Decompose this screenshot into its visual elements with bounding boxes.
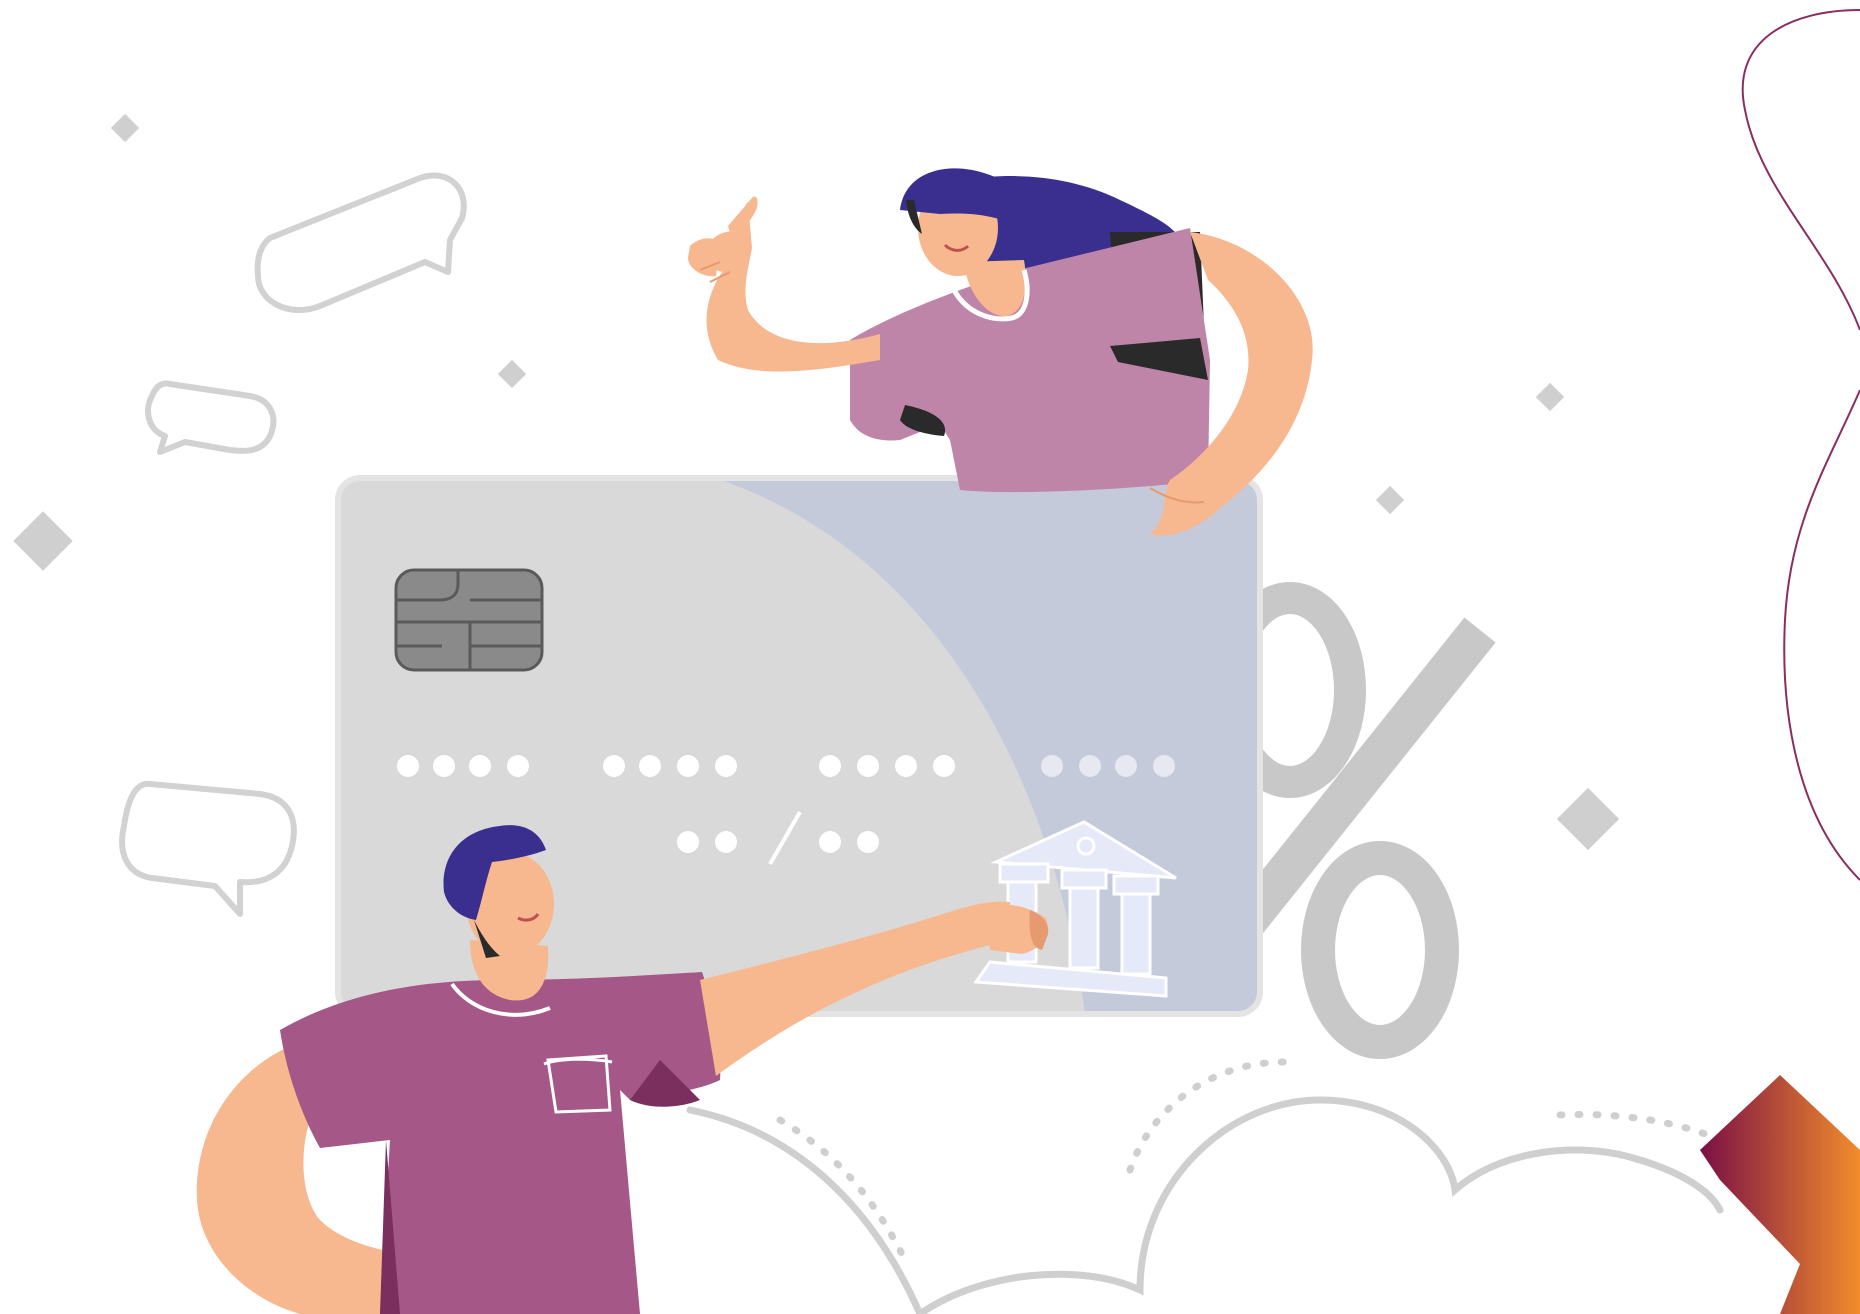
credit-card-chip-icon: [394, 568, 544, 672]
cloud-outline: [686, 1058, 1724, 1314]
diamond-decoration: [110, 113, 140, 143]
illustration-canvas: [13, 9, 1860, 1314]
diamond-decoration: [13, 511, 73, 571]
diamond-decoration: [1556, 787, 1620, 851]
diamond-decoration: [1535, 382, 1565, 412]
chevron-right-icon: [1700, 1075, 1860, 1314]
speech-bubble-icon: [254, 172, 467, 313]
speech-bubble-icon: [119, 780, 297, 917]
speech-bubble-icon: [145, 380, 277, 455]
diamond-decoration: [497, 359, 527, 389]
percent-icon: [1214, 582, 1496, 1059]
diamond-decoration: [1375, 485, 1405, 515]
illustration-scene: [0, 0, 1860, 1314]
decorative-curve-line: [1741, 9, 1860, 881]
